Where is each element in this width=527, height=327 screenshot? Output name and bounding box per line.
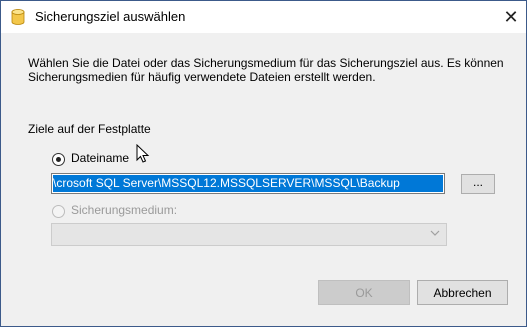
filename-label[interactable]: Dateiname	[71, 151, 129, 165]
dialog-content: Wählen Sie die Datei oder das Sicherungs…	[1, 33, 526, 326]
window-title: Sicherungsziel auswählen	[35, 9, 186, 24]
description-text: Wählen Sie die Datei oder das Sicherungs…	[28, 56, 504, 84]
filename-input-selection: crosoft SQL Server\MSSQL12.MSSQLSERVER\M…	[53, 175, 443, 192]
close-button[interactable]: ✕	[496, 1, 526, 33]
filename-radio[interactable]	[52, 153, 65, 166]
backup-device-select[interactable]	[51, 223, 447, 246]
radio-selected-dot	[56, 157, 61, 162]
mouse-cursor-icon	[136, 144, 150, 163]
backup-device-radio[interactable]	[52, 205, 65, 218]
filename-input[interactable]: crosoft SQL Server\MSSQL12.MSSQLSERVER\M…	[51, 173, 445, 194]
backup-device-label[interactable]: Sicherungsmedium:	[71, 203, 177, 217]
dialog-window: Sicherungsziel auswählen ✕ Wählen Sie di…	[0, 0, 527, 327]
cancel-button[interactable]: Abbrechen	[417, 280, 508, 305]
browse-button[interactable]: ...	[461, 174, 495, 194]
title-bar: Sicherungsziel auswählen ✕	[1, 1, 526, 33]
group-label: Ziele auf der Festplatte	[28, 122, 151, 136]
database-icon	[11, 9, 25, 25]
ok-button[interactable]: OK	[318, 280, 410, 305]
chevron-down-icon	[430, 230, 440, 236]
